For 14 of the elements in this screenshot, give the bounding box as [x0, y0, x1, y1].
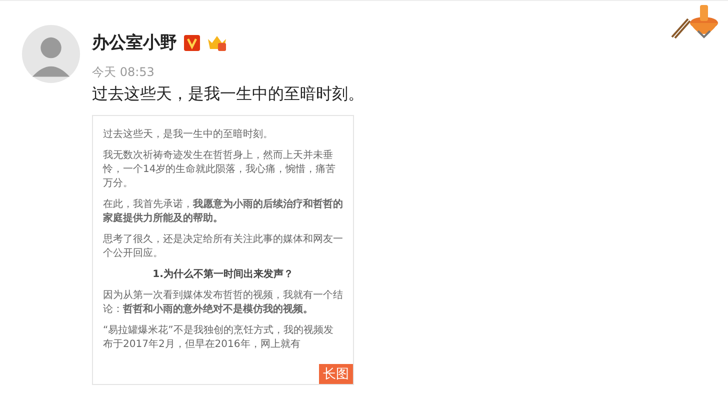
image-heading: 1.为什么不第一时间出来发声？ [152, 268, 294, 282]
post-text: 过去这些天，是我一生中的至暗时刻。 [92, 84, 364, 105]
image-paragraph: 过去这些天，是我一生中的至暗时刻。 [103, 128, 274, 142]
avatar-icon[interactable] [22, 25, 80, 83]
image-paragraph: “易拉罐爆米花”不是我独创的烹饪方式，我的视频发布于2017年2月，但早在2016年，网上就有 [103, 324, 334, 352]
image-paragraph: 我无数次祈祷奇迹发生在哲哲身上，然而上天并未垂怜，一个14岁的生命就此陨落，我心痛，惋惜，痛苦万分。 [103, 149, 337, 191]
image-paragraph: 因为从第一次看到媒体发布哲哲的视频，我就有一个结论：哲哲和小雨的意外绝对不是模仿我的视频。 [103, 289, 343, 317]
long-image-badge: 长图 [319, 364, 353, 384]
post-time: 今天 08:53 [92, 64, 156, 81]
crown-icon [207, 34, 227, 52]
image-paragraph: 在此，我首先承诺，我愿意为小雨的后续治疗和哲哲的家庭提供力所能及的帮助。 [103, 198, 343, 226]
author-name[interactable]: 办公室小野 [92, 31, 177, 54]
image-paragraph: 思考了很久，还是决定给所有关注此事的媒体和网友一个公开回应。 [103, 233, 343, 261]
long-image[interactable] [92, 115, 354, 385]
